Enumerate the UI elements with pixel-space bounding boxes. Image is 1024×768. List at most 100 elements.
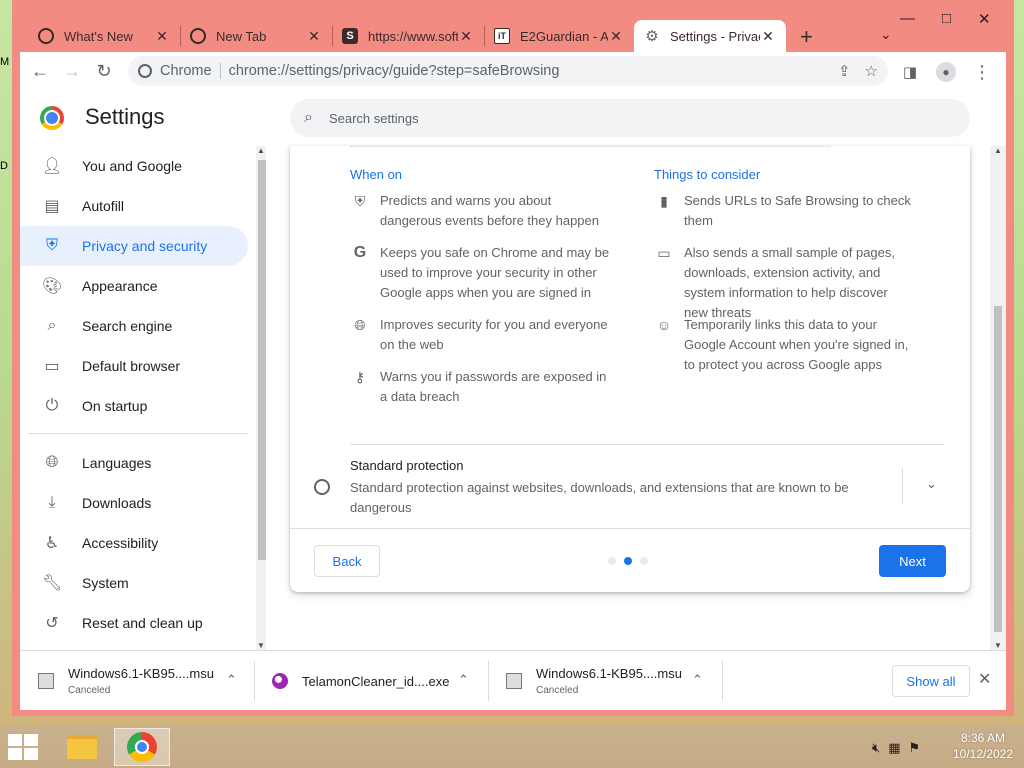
- account-icon: ☺: [656, 317, 672, 333]
- volume-muted-icon[interactable]: 🔇︎: [872, 740, 880, 756]
- reset-icon: ↺: [45, 615, 59, 632]
- sidebar-item-label: You and Google: [82, 158, 182, 174]
- sidebar-item-accessibility[interactable]: ♿︎ Accessibility: [20, 523, 248, 563]
- shield-icon: ⛨: [45, 237, 58, 254]
- close-icon[interactable]: ✕: [154, 28, 170, 45]
- clock-time: 8:36 AM: [960, 731, 1006, 745]
- chrome-icon: [38, 28, 54, 44]
- download-item[interactable]: TelamonCleaner_id....exe ⌃: [272, 651, 482, 711]
- back-nav-button[interactable]: ←: [24, 55, 56, 87]
- sidebar-item-label: Autofill: [82, 198, 125, 214]
- sidebar-item-on-startup[interactable]: ⏻ On startup: [20, 386, 248, 426]
- sidebar-item-privacy[interactable]: ⛨ Privacy and security: [20, 226, 248, 266]
- tab-whats-new[interactable]: What's New ✕: [28, 20, 180, 52]
- main-scrollbar[interactable]: ▲ ▼: [990, 146, 1006, 650]
- start-button[interactable]: [8, 734, 38, 760]
- tab-title: New Tab: [216, 28, 267, 44]
- sidebar-item-languages[interactable]: 🌐︎ Languages: [20, 443, 248, 483]
- feature-text: Warns you if passwords are exposed in a …: [380, 369, 607, 404]
- address-bar[interactable]: Chrome chrome://settings/privacy/guide?s…: [128, 56, 888, 86]
- download-icon: ⤓: [48, 494, 56, 511]
- forward-nav-button[interactable]: →: [56, 55, 88, 87]
- sidebar-item-reset[interactable]: ↺ Reset and clean up: [20, 603, 248, 643]
- step-dot: [640, 557, 648, 565]
- telamon-icon: [272, 673, 288, 689]
- feature-text: Improves security for you and everyone o…: [380, 317, 608, 352]
- person-icon: 👤︎: [42, 158, 63, 175]
- clock[interactable]: 8:36 AM 10/12/2022: [950, 730, 1016, 762]
- privacy-guide-card: When on Things to consider ⛨ Predicts and…: [290, 146, 970, 592]
- url-text: chrome://settings/privacy/guide?step=saf…: [228, 63, 560, 79]
- action-center-icon[interactable]: ⚑: [909, 740, 921, 756]
- file-explorer-button[interactable]: [54, 728, 110, 766]
- sidebar-item-appearance[interactable]: 🎨︎ Appearance: [20, 266, 248, 306]
- download-name: TelamonCleaner_id....exe: [302, 673, 450, 689]
- step-indicator: [608, 557, 648, 565]
- browser-icon: ▭: [44, 358, 60, 375]
- close-icon[interactable]: ✕: [760, 28, 776, 45]
- chrome-icon: [127, 732, 157, 762]
- tab-settings[interactable]: ⚙ Settings - Privac ✕: [634, 20, 786, 52]
- back-button[interactable]: Back: [314, 545, 380, 577]
- tab-search-button[interactable]: ⌄: [880, 26, 892, 43]
- bookmark-star-icon[interactable]: ☆: [865, 62, 878, 80]
- side-panel-icon[interactable]: ◨: [894, 56, 926, 88]
- chrome-taskbar-button[interactable]: [114, 728, 170, 766]
- things-to-consider-heading: Things to consider: [654, 167, 761, 182]
- search-icon: ⌕: [304, 109, 313, 126]
- system-tray: 🔇︎ ▦ ⚑: [872, 740, 920, 756]
- consider-text: Also sends a small sample of pages, down…: [684, 245, 895, 320]
- feature-item: G Keeps you safe on Chrome and may be use…: [350, 243, 610, 303]
- step-dot-current: [624, 557, 632, 565]
- chrome-icon: [138, 64, 152, 78]
- sidebar-item-search-engine[interactable]: ⌕ Search engine: [20, 306, 248, 346]
- search-input[interactable]: ⌕ Search settings: [290, 99, 970, 137]
- profile-avatar[interactable]: ●: [930, 56, 962, 88]
- download-name: Windows6.1-KB95....msu: [536, 666, 682, 681]
- close-icon[interactable]: ✕: [306, 28, 322, 45]
- next-button[interactable]: Next: [879, 545, 946, 577]
- consider-text: Sends URLs to Safe Browsing to check the…: [684, 193, 911, 228]
- close-icon[interactable]: ✕: [978, 669, 991, 689]
- new-tab-button[interactable]: +: [800, 24, 813, 50]
- sidebar-item-autofill[interactable]: ▤ Autofill: [20, 186, 248, 226]
- share-icon[interactable]: ⇪: [838, 62, 851, 80]
- close-icon[interactable]: ✕: [458, 28, 474, 45]
- download-item[interactable]: Windows6.1-KB95....msu Canceled ⌃: [506, 651, 716, 711]
- clock-date: 10/12/2022: [952, 747, 1014, 761]
- window-icon: ▭: [657, 245, 671, 261]
- chevron-up-icon[interactable]: ⌃: [458, 672, 469, 688]
- chevron-up-icon[interactable]: ⌃: [226, 672, 237, 688]
- wrench-icon: 🔧︎: [42, 575, 63, 592]
- tab-title: https://www.soft: [368, 28, 458, 44]
- sidebar-item-label: Privacy and security: [82, 238, 208, 254]
- tab-softpedia[interactable]: S https://www.soft ✕: [332, 20, 484, 52]
- file-icon: [38, 673, 54, 689]
- sidebar-item-downloads[interactable]: ⤓ Downloads: [20, 483, 248, 523]
- toolbar: ← → ↻ Chrome chrome://settings/privacy/g…: [20, 52, 1006, 90]
- tab-new-tab[interactable]: New Tab ✕: [180, 20, 332, 52]
- network-icon[interactable]: ▦: [888, 740, 900, 756]
- standard-protection-title: Standard protection: [350, 458, 464, 473]
- chevron-up-icon[interactable]: ⌃: [692, 672, 703, 688]
- consider-item: ☺ Temporarily links this data to your Goo…: [654, 315, 914, 375]
- sidebar-item-label: System: [82, 575, 129, 591]
- close-icon[interactable]: ✕: [608, 28, 624, 45]
- download-item[interactable]: Windows6.1-KB95....msu Canceled ⌃: [38, 651, 248, 711]
- sidebar-item-you-and-google[interactable]: 👤︎ You and Google: [20, 146, 248, 186]
- settings-page: Settings ⌕ Search settings 👤︎ You and Goo…: [20, 90, 1006, 650]
- feature-item: ⛨ Predicts and warns you about dangerous …: [350, 191, 610, 231]
- tab-e2guardian[interactable]: iT E2Guardian - Ac ✕: [484, 20, 634, 52]
- chevron-down-icon[interactable]: ⌄: [926, 476, 937, 492]
- page-title: Settings: [85, 104, 165, 129]
- menu-icon[interactable]: ⋮: [966, 56, 998, 88]
- sidebar-item-default-browser[interactable]: ▭ Default browser: [20, 346, 248, 386]
- standard-protection-radio[interactable]: [314, 479, 330, 495]
- reload-button[interactable]: ↻: [88, 55, 120, 87]
- show-all-button[interactable]: Show all: [892, 665, 970, 697]
- sidebar-item-system[interactable]: 🔧︎ System: [20, 563, 248, 603]
- chrome-logo: [40, 106, 64, 130]
- sidebar-scrollbar[interactable]: ▲ ▼: [256, 146, 266, 650]
- sidebar-item-label: Appearance: [82, 278, 158, 294]
- step-dot: [608, 557, 616, 565]
